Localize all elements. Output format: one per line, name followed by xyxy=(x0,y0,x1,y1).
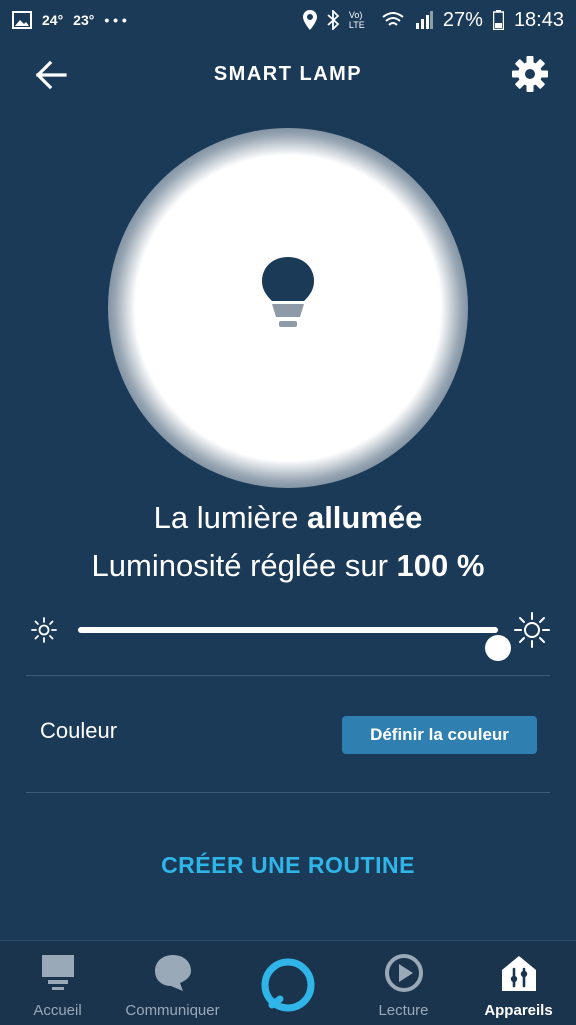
nav-devices-label: Appareils xyxy=(484,1002,553,1019)
nav-alexa[interactable] xyxy=(230,941,346,1025)
temp-1: 24° xyxy=(42,12,64,28)
sun-large-icon xyxy=(514,612,550,648)
sun-small-icon xyxy=(31,617,57,643)
more-dots: • • • xyxy=(104,12,127,28)
alexa-icon xyxy=(261,958,315,1012)
nav-play[interactable]: Lecture xyxy=(346,941,461,1025)
settings-gear-icon[interactable] xyxy=(510,54,550,94)
page-title: SMART LAMP xyxy=(213,62,363,85)
header: SMART LAMP xyxy=(0,44,576,104)
nav-home-label: Accueil xyxy=(33,1002,82,1019)
temp-2: 23° xyxy=(73,12,95,28)
divider xyxy=(26,792,550,793)
nav-home[interactable]: Accueil xyxy=(0,941,115,1025)
lamp-toggle[interactable] xyxy=(176,186,400,410)
brightness-prefix: Luminosité réglée sur xyxy=(91,548,397,583)
play-icon xyxy=(384,954,423,992)
nav-devices[interactable]: Appareils xyxy=(461,941,576,1025)
brightness-value: 100 % xyxy=(396,548,485,583)
divider xyxy=(26,675,550,676)
light-state-text: La lumière allumée xyxy=(0,500,576,536)
clock: 18:43 xyxy=(513,8,564,31)
color-label: Couleur xyxy=(40,718,118,743)
set-color-button[interactable]: Définir la couleur xyxy=(342,716,537,754)
chat-icon xyxy=(154,955,191,991)
signal-icon xyxy=(415,11,433,29)
light-bulb-icon xyxy=(262,257,314,327)
back-arrow-icon[interactable] xyxy=(34,60,68,90)
home-icon xyxy=(41,955,74,990)
status-bar: 24° 23° • • • Vo) LTE 27% 18:43 xyxy=(0,0,576,40)
battery-icon xyxy=(492,10,504,30)
wifi-icon xyxy=(382,12,404,26)
network-label: Vo) LTE xyxy=(348,10,365,30)
nav-communicate-label: Communiquer xyxy=(125,1002,220,1019)
slider-track[interactable] xyxy=(78,627,511,661)
nav-communicate[interactable]: Communiquer xyxy=(115,941,230,1025)
bluetooth-icon xyxy=(327,10,339,30)
location-icon xyxy=(302,10,317,30)
create-routine-link[interactable]: CRÉER UNE ROUTINE xyxy=(0,852,576,879)
brightness-text: Luminosité réglée sur 100 % xyxy=(0,548,576,584)
light-state-value: allumée xyxy=(306,500,423,535)
status-left: 24° 23° • • • xyxy=(12,11,127,29)
slider-thumb[interactable] xyxy=(485,635,511,661)
light-state-prefix: La lumière xyxy=(153,500,307,535)
devices-icon xyxy=(501,956,536,991)
gallery-icon xyxy=(12,11,32,29)
nav-play-label: Lecture xyxy=(378,1002,429,1019)
status-right: Vo) LTE 27% 18:43 xyxy=(302,8,564,32)
brightness-slider[interactable] xyxy=(0,608,576,661)
bottom-nav: Accueil Communiquer Lecture Appareils xyxy=(0,940,576,1025)
slider-fill xyxy=(78,627,498,633)
battery-percent: 27% xyxy=(442,8,483,31)
